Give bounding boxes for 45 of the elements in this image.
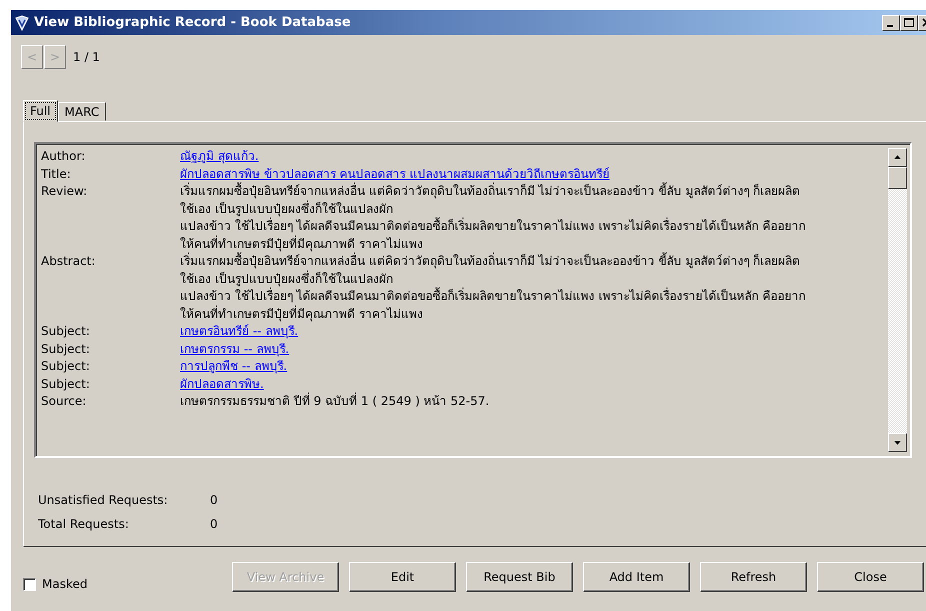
record-counter: 1 / 1	[73, 50, 100, 64]
app-icon	[14, 14, 30, 30]
minimize-icon[interactable]	[882, 14, 900, 30]
scroll-down-icon[interactable]	[888, 433, 907, 452]
scrollbar[interactable]	[888, 148, 907, 452]
field-label: Author:	[41, 148, 86, 165]
tab[interactable]: Full	[23, 100, 58, 122]
field-label: Source:	[41, 393, 88, 410]
field-label: Abstract:	[41, 253, 96, 270]
action-button[interactable]: Request Bib	[466, 562, 573, 592]
field-link[interactable]: เกษตรกรรม -- ลพบุรี.	[180, 342, 290, 356]
field-value: ให้คนที่ทำเกษตรมีปุ๋ยที่มีคุณภาพดี ราคาไม่แพง	[180, 306, 423, 320]
field-link[interactable]: ณัฐภูมิ สุดแก้ว.	[180, 149, 259, 163]
field-label: Subject:	[41, 376, 91, 392]
checkbox-label: Masked	[42, 577, 88, 591]
request-label: Unsatisfied Requests:	[38, 493, 169, 507]
field-label: Subject:	[41, 358, 91, 375]
field-label: Subject:	[41, 340, 91, 358]
field-value: ใช้เอง เป็นรูปแบบปุ๋ยผงซึ่งก็ใช้ในแปลงผัก	[180, 272, 393, 286]
field-value: ใช้เอง เป็นรูปแบบปุ๋ยผงซึ่งก็ใช้ในแปลงผัก	[180, 202, 393, 216]
request-count: 0	[210, 517, 218, 531]
action-button[interactable]: Refresh	[700, 562, 807, 592]
field-value: เริ่มแรกผมซื้อปุ๋ยอินทรีย์จากแหล่งอื่น แต่คิดว่าวัตถุดิบในท้องถิ่นเราก็มี ไม่ว่าจะเป็นละอองข้าว ขี้ลับ มูลสัตว์ต่างๆ ก็เลยผลิต	[180, 184, 800, 198]
field-label: Subject:	[41, 323, 91, 340]
field-link[interactable]: เกษตรอินทรีย์ -- ลพบุรี.	[180, 324, 298, 338]
field-link[interactable]: ผักปลอดสารพิษ.	[180, 376, 264, 390]
action-button[interactable]: Edit	[349, 562, 456, 592]
field-label: Review:	[41, 183, 88, 200]
maximize-icon[interactable]	[900, 14, 918, 30]
tab[interactable]: MARC	[58, 102, 106, 121]
window-title: View Bibliographic Record - Book Database	[34, 15, 352, 30]
action-button[interactable]: Close	[817, 562, 924, 592]
request-label: Total Requests:	[38, 517, 130, 531]
masked-checkbox[interactable]	[23, 578, 36, 590]
field-label: Title:	[41, 166, 72, 182]
field-value: แปลงข้าว ใช้ไปเรื่อยๆ ได้ผลดีจนมีคนมาติดต่อขอซื้อก็เริ่มผลิตขายในราคาไม่แพง เพราะไม่คิดเรื่องรายได้เป็นหลัก คืออยาก	[180, 219, 806, 233]
action-button[interactable]: Add Item	[583, 562, 690, 592]
scroll-up-icon[interactable]	[888, 148, 907, 167]
request-count: 0	[210, 493, 218, 507]
field-link[interactable]: การปลูกพืช -- ลพบุรี.	[180, 359, 288, 373]
scroll-thumb[interactable]	[888, 167, 907, 189]
field-value: ให้คนที่ทำเกษตรมีปุ๋ยที่มีคุณภาพดี ราคาไม่แพง	[180, 236, 423, 250]
field-value: เกษตรกรรมธรรมชาติ ปีที่ 9 ฉบับที่ 1 ( 2549 ) หน้า 52-57.	[180, 394, 490, 408]
field-value: แปลงข้าว ใช้ไปเรื่อยๆ ได้ผลดีจนมีคนมาติดต่อขอซื้อก็เริ่มผลิตขายในราคาไม่แพง เพราะไม่คิดเรื่องรายได้เป็นหลัก คืออยาก	[180, 289, 806, 303]
field-link[interactable]: ผักปลอดสารพิษ ข้าวปลอดสาร คนปลอดสาร แปลงนาผสมผสานด้วยวิถีเกษตรอินทรีย์	[180, 166, 610, 180]
